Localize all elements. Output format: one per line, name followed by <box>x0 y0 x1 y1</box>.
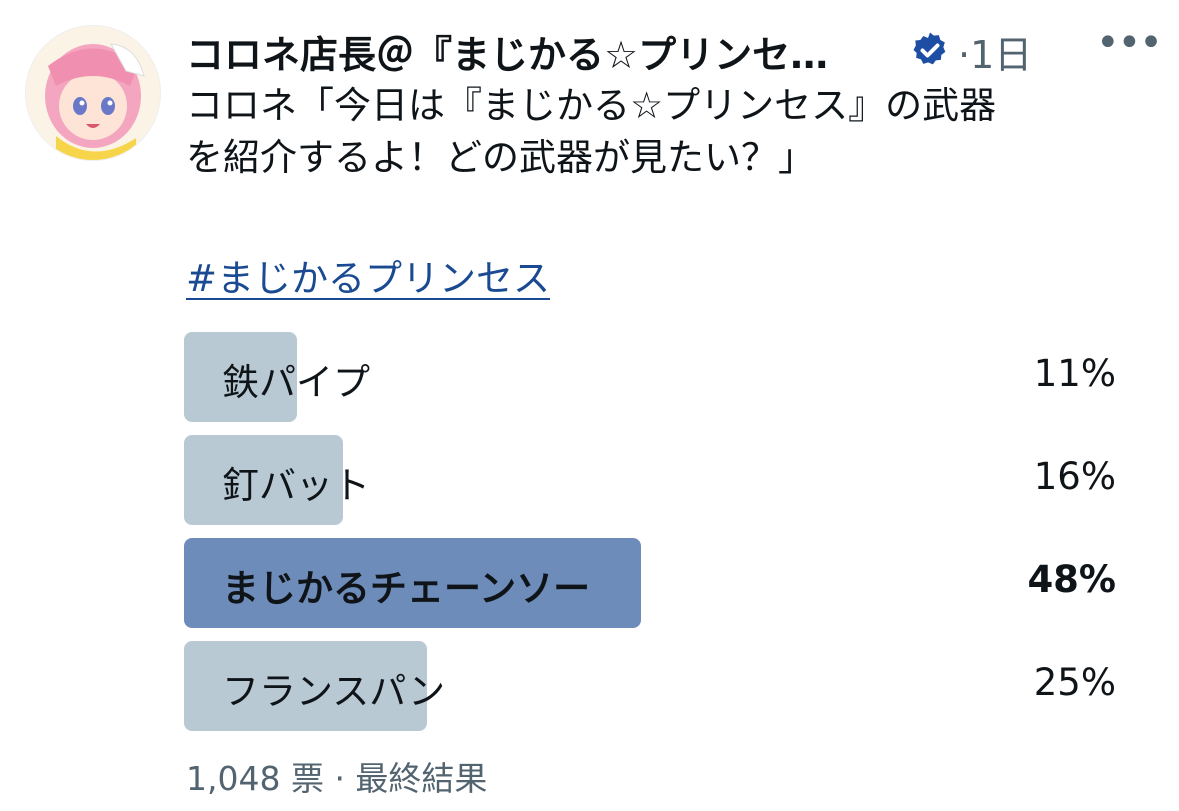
more-dots-icon[interactable]: ••• <box>1096 18 1163 72</box>
poll-option-label: フランスパン <box>222 670 446 713</box>
poll-option: フランスパン 25% <box>184 641 1116 731</box>
poll-option: 鉄パイプ 11% <box>184 332 1116 422</box>
poll-option: まじかるチェーンソー 48% <box>184 538 1116 628</box>
author-name[interactable]: コロネ店長＠『まじかる☆プリンセ… <box>186 24 828 79</box>
avatar-image <box>26 26 160 160</box>
verified-badge-icon <box>913 32 946 65</box>
poll-option-percent: 16% <box>1033 455 1116 498</box>
poll-option: 釘バット 16% <box>184 435 1116 525</box>
poll-option-percent: 48% <box>1027 558 1116 601</box>
post-text: コロネ「今日は『まじかる☆プリンセス』の武器 を紹介するよ！どの武器が見たい？」 <box>186 80 1146 184</box>
post-text-line: コロネ「今日は『まじかる☆プリンセス』の武器 <box>186 84 997 127</box>
post-time[interactable]: ·1日 <box>958 24 1032 79</box>
time-separator: · <box>958 33 971 77</box>
poll-option-percent: 11% <box>1033 352 1116 395</box>
time-value: 1日 <box>970 33 1033 77</box>
hashtag-link[interactable]: #まじかるプリンセス <box>186 248 550 302</box>
poll-footer: 1,048 票 · 最終結果 <box>186 759 488 798</box>
post-text-line: を紹介するよ！どの武器が見たい？」 <box>186 136 815 179</box>
poll-option-percent: 25% <box>1033 661 1116 704</box>
avatar[interactable] <box>25 25 161 161</box>
poll-option-label: まじかるチェーンソー <box>222 567 591 610</box>
poll: 鉄パイプ 11% 釘バット 16% まじかるチェーンソー 48% フランスパン 25% <box>184 332 1116 731</box>
post-header: コロネ店長＠『まじかる☆プリンセ… ·1日 ••• <box>186 18 1163 79</box>
poll-option-label: 鉄パイプ <box>222 361 370 404</box>
poll-option-label: 釘バット <box>222 464 370 507</box>
